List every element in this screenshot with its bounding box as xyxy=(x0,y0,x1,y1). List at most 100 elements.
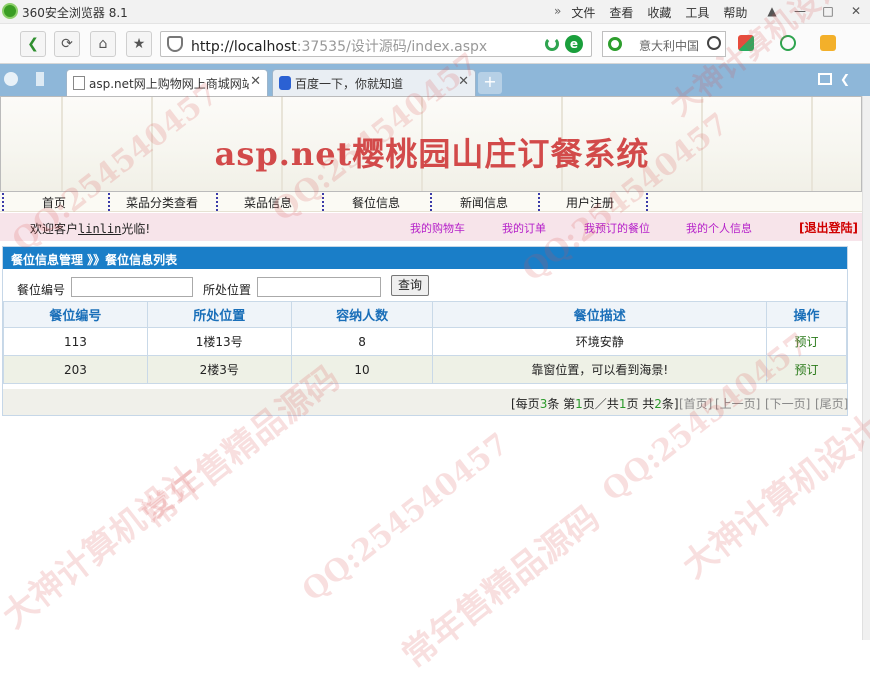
nav-seats[interactable]: 餐位信息 xyxy=(352,194,400,210)
ie-mode-icon[interactable]: e xyxy=(565,35,583,53)
chevron-right-icon[interactable]: » xyxy=(554,4,561,21)
search-box[interactable]: 意大利中国 xyxy=(602,31,726,57)
navigation-toolbar: ❮ ⟳ ⌂ ★ http://localhost:37535/设计源码/inde… xyxy=(0,24,870,64)
window-controls: ▲ — □ ✕ xyxy=(758,0,870,22)
location-label: 所处位置 xyxy=(203,283,252,297)
reserve-link[interactable]: 预订 xyxy=(766,327,847,356)
browser-logo-icon xyxy=(2,3,18,19)
tab-label: 百度一下，你就知道 xyxy=(295,77,404,91)
seat-table: 餐位编号 所处位置 容纳人数 餐位描述 操作 113 1楼13号 8 环境安静 … xyxy=(3,301,847,384)
orders-link[interactable]: 我的订单 xyxy=(502,220,546,236)
menu-help[interactable]: 帮助 xyxy=(723,4,747,21)
baidu-icon xyxy=(279,76,291,90)
nav-register[interactable]: 用户注册 xyxy=(566,194,614,210)
tab-list-icon[interactable] xyxy=(818,73,832,85)
seat-list-panel: 餐位信息管理 》》餐位信息列表 餐位编号 所处位置 查询 餐位编号 所处位置 容… xyxy=(2,246,848,416)
menu-favorites[interactable]: 收藏 xyxy=(647,4,671,21)
reload-icon[interactable] xyxy=(545,37,559,51)
tab-bar: asp.net网上购物网上商城网站 ✕ 百度一下，你就知道 ✕ + ❮ xyxy=(0,64,870,96)
close-icon[interactable]: ✕ xyxy=(250,74,261,89)
table-header-row: 餐位编号 所处位置 容纳人数 餐位描述 操作 xyxy=(3,301,847,328)
col-capacity: 容纳人数 xyxy=(290,301,434,328)
location-input[interactable] xyxy=(257,277,381,297)
pager: [每页3条 第1页／共1页 共2条] [首页] [上一页] [下一页] [尾页] xyxy=(3,389,848,415)
logout-link[interactable]: [退出登陆] xyxy=(799,219,858,236)
close-icon[interactable]: ✕ xyxy=(458,74,469,89)
menu-bar: » 文件 查看 收藏 工具 帮助 xyxy=(554,4,761,21)
search-input[interactable]: 意大利中国 xyxy=(639,37,699,54)
table-row: 113 1楼13号 8 环境安静 预订 xyxy=(3,327,847,356)
menu-tools[interactable]: 工具 xyxy=(685,4,709,21)
minimize-button[interactable]: — xyxy=(786,0,814,22)
maximize-button[interactable]: □ xyxy=(814,0,842,22)
last-page-link[interactable]: [尾页] xyxy=(815,395,848,412)
cloud-icon[interactable] xyxy=(4,72,18,86)
pager-text: 页／共 xyxy=(582,397,619,411)
nav-news[interactable]: 新闻信息 xyxy=(460,194,508,210)
seat-no-label: 餐位编号 xyxy=(17,283,66,297)
cell-seat-no: 113 xyxy=(3,327,148,356)
cart-link[interactable]: 我的购物车 xyxy=(410,220,465,236)
pager-text: [每页 xyxy=(511,397,540,411)
cell-description: 环境安静 xyxy=(432,327,768,356)
profile-link[interactable]: 我的个人信息 xyxy=(686,220,752,236)
cell-description: 靠窗位置，可以看到海景! xyxy=(432,355,768,384)
menu-file[interactable]: 文件 xyxy=(571,4,595,21)
cell-capacity: 8 xyxy=(290,327,434,356)
seat-no-input[interactable] xyxy=(71,277,193,297)
total-records: 2 xyxy=(654,397,662,411)
next-page-link[interactable]: [下一页] xyxy=(765,395,810,412)
scrollbar[interactable] xyxy=(862,96,870,640)
home-icon[interactable]: ⌂ xyxy=(90,31,116,57)
title-bar: 360安全浏览器 8.1 » 文件 查看 收藏 工具 帮助 ▲ — □ ✕ xyxy=(0,0,870,24)
star-icon[interactable]: ★ xyxy=(126,31,152,57)
shield-icon xyxy=(167,36,183,52)
address-url: http://localhost:37535/设计源码/index.aspx xyxy=(191,36,487,56)
tab-baidu[interactable]: 百度一下，你就知道 ✕ xyxy=(272,69,476,96)
nav-home[interactable]: 首页 xyxy=(42,194,66,210)
address-bar[interactable]: http://localhost:37535/设计源码/index.aspx e xyxy=(160,31,592,57)
chevron-left-icon[interactable]: ❮ xyxy=(840,72,850,86)
table-row: 203 2楼3号 10 靠窗位置，可以看到海景! 预订 xyxy=(3,355,847,384)
search-icon[interactable] xyxy=(707,36,721,50)
reserve-link[interactable]: 预订 xyxy=(766,355,847,384)
reserved-seats-link[interactable]: 我预订的餐位 xyxy=(584,220,650,236)
page-icon xyxy=(73,76,85,90)
security-icon[interactable] xyxy=(780,35,796,51)
back-icon[interactable]: ❮ xyxy=(20,31,46,57)
first-page-link[interactable]: [首页] xyxy=(679,395,712,412)
col-seat-no: 餐位编号 xyxy=(3,301,148,328)
filter-bar: 餐位编号 所处位置 查询 xyxy=(3,273,847,301)
col-location: 所处位置 xyxy=(146,301,292,328)
welcome-suffix: 光临! xyxy=(121,222,151,236)
extension-icon[interactable] xyxy=(820,35,836,51)
username: linlin xyxy=(78,222,122,236)
apps-icon[interactable] xyxy=(738,35,754,51)
current-page: 1 xyxy=(575,397,583,411)
cell-location: 2楼3号 xyxy=(146,355,292,384)
window-title: 360安全浏览器 8.1 xyxy=(22,6,128,20)
nav-category[interactable]: 菜品分类查看 xyxy=(126,194,198,210)
pager-text: 条 第 xyxy=(547,397,576,411)
pager-info: [每页3条 第1页／共1页 共2条] xyxy=(511,395,679,412)
pager-text: 条] xyxy=(661,397,679,411)
nav-dishes[interactable]: 菜品信息 xyxy=(244,194,292,210)
page-content: asp.net樱桃园山庄订餐系统 首页 菜品分类查看 菜品信息 餐位信息 新闻信… xyxy=(0,96,862,640)
refresh-icon[interactable]: ⟳ xyxy=(54,31,80,57)
close-button[interactable]: ✕ xyxy=(842,0,870,22)
sidebar-toggle-icon[interactable] xyxy=(36,72,44,86)
col-action: 操作 xyxy=(766,301,847,328)
menu-view[interactable]: 查看 xyxy=(609,4,633,21)
search-engine-icon[interactable] xyxy=(608,37,622,51)
address-host: http://localhost xyxy=(191,39,297,55)
new-tab-button[interactable]: + xyxy=(478,72,502,94)
search-button[interactable]: 查询 xyxy=(391,275,429,296)
welcome-prefix: 欢迎客户 xyxy=(30,222,79,236)
tab-shop[interactable]: asp.net网上购物网上商城网站 ✕ xyxy=(66,69,268,96)
user-bar: 欢迎客户linlin光临! 我的购物车 我的订单 我预订的餐位 我的个人信息 [… xyxy=(0,213,862,241)
pager-text: 页 共 xyxy=(626,397,655,411)
col-description: 餐位描述 xyxy=(432,301,768,328)
welcome-text: 欢迎客户linlin光临! xyxy=(30,220,150,237)
prev-page-link[interactable]: [上一页] xyxy=(715,395,760,412)
skin-icon[interactable]: ▲ xyxy=(758,0,786,22)
